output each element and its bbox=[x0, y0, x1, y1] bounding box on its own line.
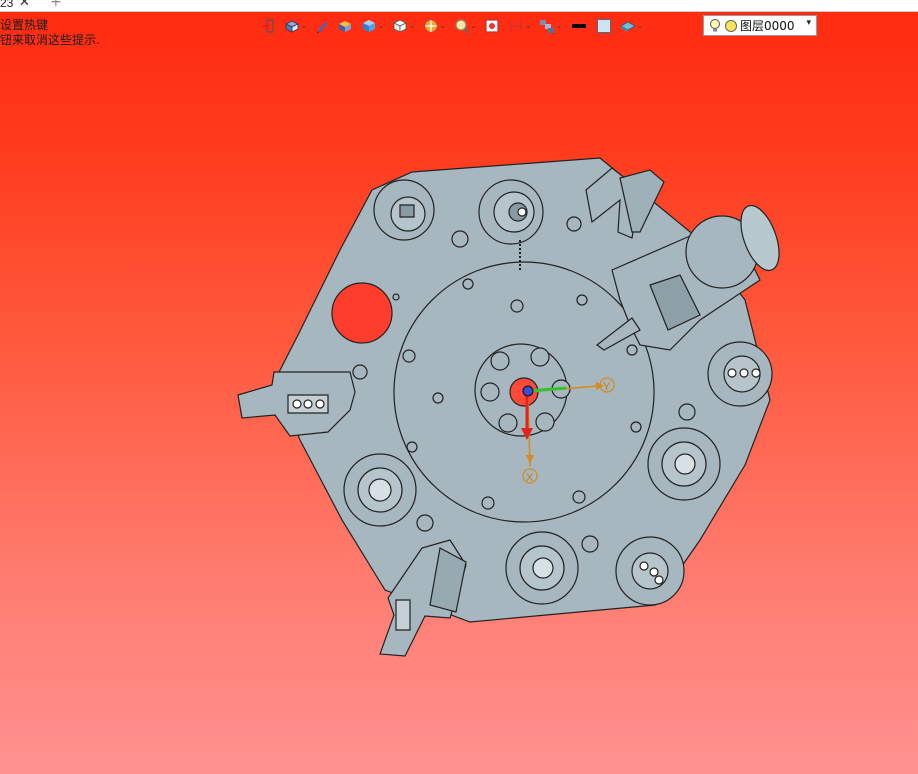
cad-model bbox=[237, 157, 780, 657]
station-left bbox=[343, 453, 417, 527]
clearance-hole bbox=[331, 282, 393, 344]
cad-viewport[interactable]: Y X bbox=[0, 0, 918, 774]
x-axis-label: X bbox=[526, 472, 534, 484]
y-axis-label: Y bbox=[603, 381, 611, 393]
station-top-left bbox=[373, 179, 435, 241]
station-right bbox=[707, 341, 773, 407]
station-lower-right bbox=[647, 427, 721, 501]
station-bottom bbox=[505, 531, 579, 605]
station-bottom-right bbox=[615, 536, 685, 606]
